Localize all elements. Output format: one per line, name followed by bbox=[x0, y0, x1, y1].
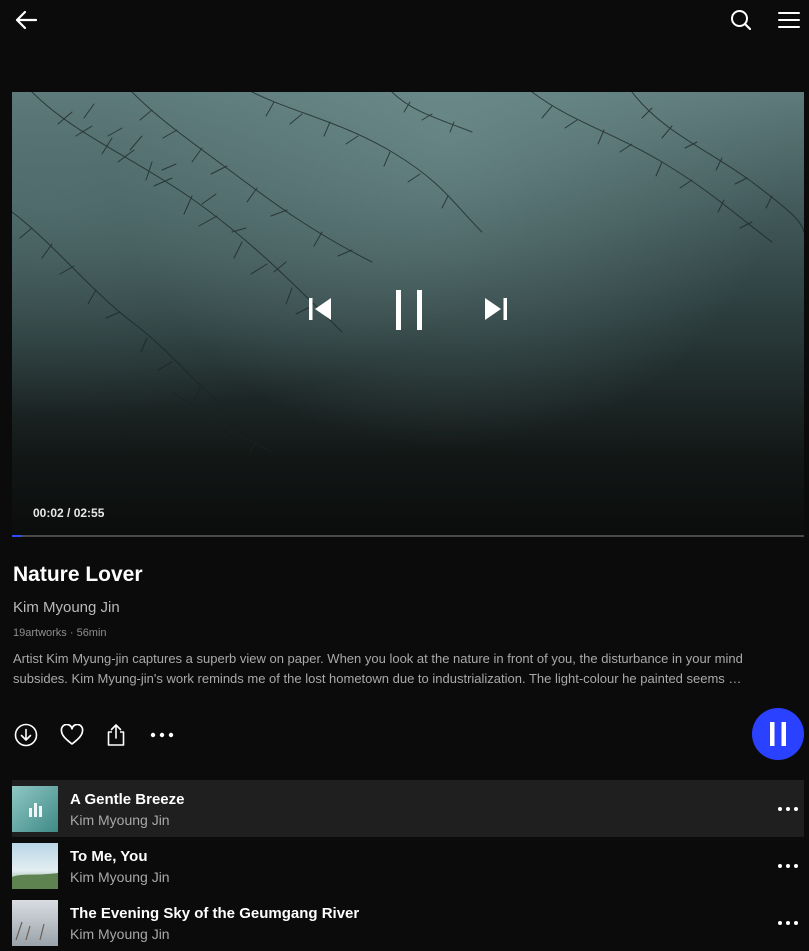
action-bar bbox=[0, 706, 809, 762]
progress-bar[interactable] bbox=[12, 535, 804, 537]
album-meta: 19artworks · 56min bbox=[13, 627, 107, 639]
track-row[interactable]: To Me, You Kim Myoung Jin bbox=[12, 837, 804, 894]
playback-time: 00:02 / 02:55 bbox=[33, 506, 105, 520]
track-artist: Kim Myoung Jin bbox=[70, 812, 170, 828]
track-thumbnail bbox=[12, 900, 58, 946]
pause-icon bbox=[770, 722, 786, 746]
progress-bar-fill bbox=[12, 535, 22, 537]
back-arrow-icon[interactable] bbox=[12, 8, 40, 32]
album-description[interactable]: Artist Kim Myung-jin captures a superb v… bbox=[13, 649, 801, 689]
more-horizontal-icon[interactable] bbox=[776, 800, 800, 818]
more-horizontal-icon[interactable] bbox=[776, 857, 800, 875]
track-list: A Gentle Breeze Kim Myoung Jin To Me, Yo… bbox=[12, 780, 804, 951]
track-thumbnail bbox=[12, 786, 58, 832]
track-thumbnail bbox=[12, 843, 58, 889]
search-icon[interactable] bbox=[728, 7, 754, 33]
download-icon[interactable] bbox=[13, 722, 39, 748]
playback-controls bbox=[12, 287, 804, 337]
track-title: A Gentle Breeze bbox=[70, 791, 185, 808]
track-artist: Kim Myoung Jin bbox=[70, 926, 170, 942]
track-title: To Me, You bbox=[70, 848, 148, 865]
track-title: The Evening Sky of the Geumgang River bbox=[70, 905, 360, 922]
top-bar bbox=[0, 0, 809, 42]
track-artist: Kim Myoung Jin bbox=[70, 869, 170, 885]
heart-icon[interactable] bbox=[59, 722, 85, 748]
more-horizontal-icon[interactable] bbox=[149, 722, 175, 748]
skip-previous-icon[interactable] bbox=[306, 295, 334, 323]
more-horizontal-icon[interactable] bbox=[776, 914, 800, 932]
hamburger-menu-icon[interactable] bbox=[776, 8, 802, 32]
track-row[interactable]: A Gentle Breeze Kim Myoung Jin bbox=[12, 780, 804, 837]
pause-icon[interactable] bbox=[392, 287, 426, 333]
play-pause-button[interactable] bbox=[752, 708, 804, 760]
share-icon[interactable] bbox=[103, 722, 129, 748]
skip-next-icon[interactable] bbox=[482, 295, 510, 323]
album-title: Nature Lover bbox=[13, 563, 143, 586]
video-player[interactable]: 00:02 / 02:55 bbox=[12, 92, 804, 537]
album-artist[interactable]: Kim Myoung Jin bbox=[13, 599, 120, 616]
track-row[interactable]: The Evening Sky of the Geumgang River Ki… bbox=[12, 894, 804, 951]
